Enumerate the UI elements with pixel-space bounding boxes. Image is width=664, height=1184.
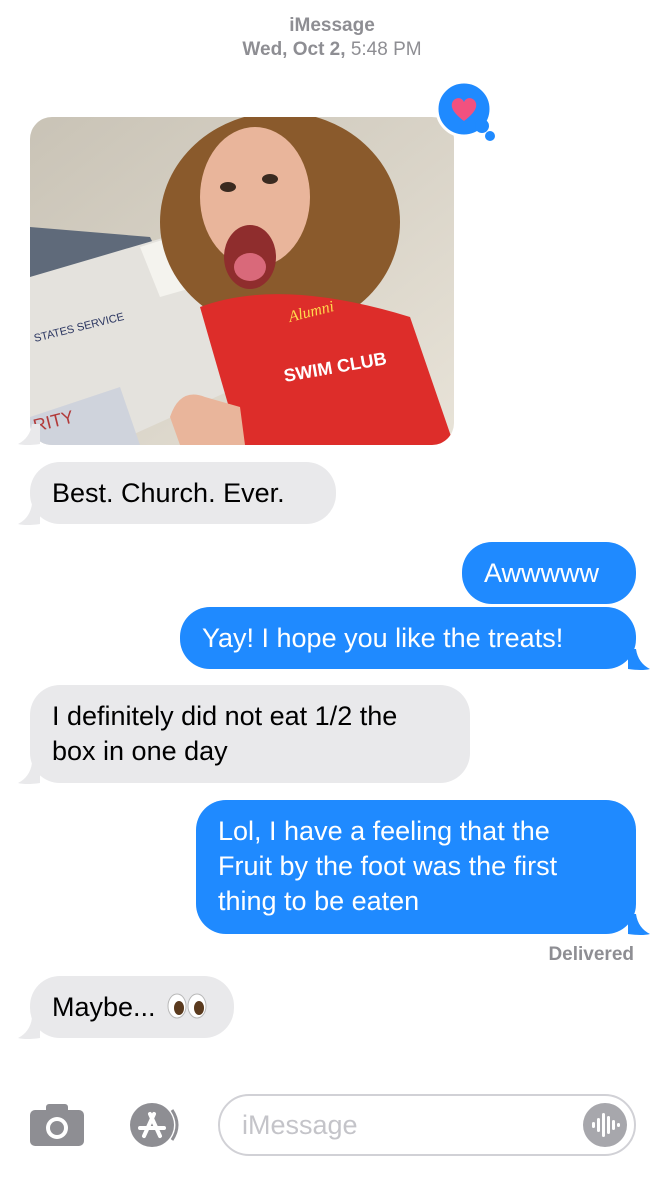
app-store-button[interactable]: [122, 1100, 186, 1150]
camera-icon: [30, 1104, 84, 1146]
message-input-placeholder: iMessage: [242, 1110, 358, 1140]
message-text: Awwwww: [484, 558, 600, 588]
timestamp: Wed, Oct 2, 5:48 PM: [0, 38, 664, 62]
bubble-tail: [628, 914, 650, 935]
app-store-icon: [130, 1103, 179, 1147]
delivery-status: Delivered: [548, 944, 634, 965]
bubble-tail: [18, 763, 40, 784]
service-label: iMessage: [289, 15, 375, 36]
conversation-header: iMessage Wed, Oct 2, 5:48 PM: [0, 14, 664, 62]
tapback-heart[interactable]: [434, 80, 496, 142]
message-bubble-incoming[interactable]: Maybe...: [30, 976, 234, 1038]
selfie-photo: STATES SERVICE RITY SWIM CLUB Alumni: [30, 117, 454, 445]
message-bubble-outgoing[interactable]: Yay! I hope you like the treats!: [180, 607, 636, 669]
timestamp-day: Wed, Oct 2,: [242, 39, 346, 60]
message-text: Maybe...: [52, 992, 156, 1022]
bubble-tail: [18, 424, 40, 445]
message-bubble-incoming[interactable]: Best. Church. Ever.: [30, 462, 336, 524]
waveform-icon: [583, 1103, 627, 1147]
message-bubble-incoming[interactable]: I definitely did not eat 1/2 the box in …: [30, 685, 470, 783]
message-line: box in one day: [52, 736, 228, 766]
message-text: Yay! I hope you like the treats!: [202, 623, 564, 653]
message-line: Fruit by the foot was the first: [218, 851, 558, 881]
timestamp-time: 5:48 PM: [350, 39, 422, 60]
bubble-tail: [18, 1018, 40, 1039]
bubble-tail: [628, 649, 650, 670]
message-input[interactable]: iMessage: [218, 1094, 636, 1156]
message-line: I definitely did not eat 1/2 the: [52, 701, 398, 731]
message-line: thing to be eaten: [218, 886, 420, 916]
audio-message-button[interactable]: [582, 1102, 628, 1148]
photo-message[interactable]: STATES SERVICE RITY SWIM CLUB Alumni: [30, 117, 454, 445]
message-line: Lol, I have a feeling that the: [218, 816, 550, 846]
bubble-tail: [18, 504, 40, 525]
eyes-icon: [167, 993, 207, 1019]
message-bubble-outgoing[interactable]: Awwwww: [462, 542, 636, 604]
message-bubble-outgoing[interactable]: Lol, I have a feeling that the Fruit by …: [196, 800, 636, 934]
camera-button[interactable]: [28, 1102, 86, 1148]
message-text: Best. Church. Ever.: [52, 478, 285, 508]
